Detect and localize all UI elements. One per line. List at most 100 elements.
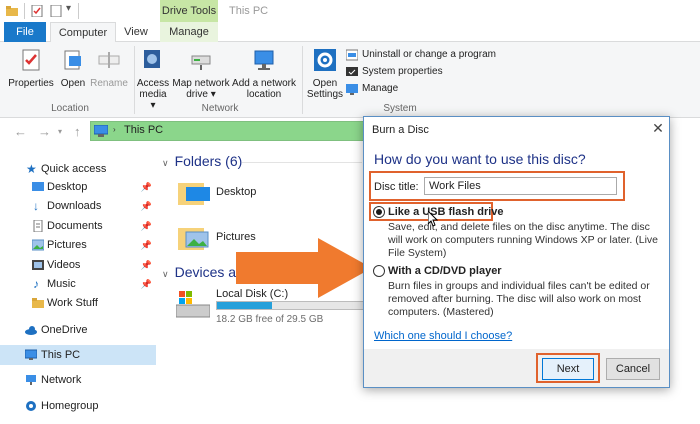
option-cd-description: Burn files in groups and individual file… <box>388 280 650 318</box>
add-network-location-label: Add a network location <box>232 78 296 100</box>
nav-documents[interactable]: Documents 📌 <box>0 217 156 235</box>
gear-icon <box>314 49 336 71</box>
tab-computer[interactable]: Computer <box>50 22 116 43</box>
open-settings-button[interactable]: Open Settings <box>306 48 344 100</box>
chevron-right-icon: › <box>113 125 116 134</box>
properties-icon <box>22 49 40 71</box>
access-media-button[interactable]: Access media ▾ <box>136 48 170 111</box>
pin-icon[interactable]: 📌 <box>141 197 152 215</box>
cloud-icon <box>25 326 37 335</box>
nav-this-pc[interactable]: This PC <box>0 345 156 365</box>
rename-icon <box>98 52 120 68</box>
folder-icon <box>32 298 44 308</box>
divider <box>242 162 362 163</box>
nav-videos[interactable]: Videos 📌 <box>0 256 156 274</box>
folders-section-header[interactable]: ∨ Folders (6) <box>162 153 242 169</box>
recent-locations-icon[interactable]: ▾ <box>58 127 62 136</box>
option-usb-title[interactable]: Like a USB flash drive <box>388 206 504 218</box>
nav-label: Music <box>47 278 76 290</box>
pin-icon[interactable]: 📌 <box>141 256 152 274</box>
system-properties-button[interactable]: System properties <box>346 65 443 79</box>
tab-view[interactable]: View <box>118 22 154 42</box>
disc-title-label: Disc title: <box>374 181 419 193</box>
back-arrow-icon[interactable]: ← <box>14 124 27 139</box>
option-usb-radio[interactable] <box>373 206 385 218</box>
nav-onedrive[interactable]: OneDrive <box>0 321 156 339</box>
folder-label: Desktop <box>216 186 257 198</box>
map-network-drive-button[interactable]: Map network drive ▾ <box>172 48 230 100</box>
forward-arrow-icon[interactable]: → <box>38 124 51 139</box>
dialog-footer: Next Cancel <box>364 349 669 387</box>
disc-title-input[interactable] <box>424 177 617 195</box>
group-label-location: Location <box>51 103 89 114</box>
drive-tools-context-label: Drive Tools <box>160 0 218 22</box>
tab-manage[interactable]: Manage <box>160 22 218 42</box>
nav-label: OneDrive <box>41 324 88 336</box>
dialog-title: Burn a Disc <box>372 124 429 136</box>
divider <box>134 46 135 114</box>
pictures-icon <box>32 239 44 251</box>
nav-pictures[interactable]: Pictures 📌 <box>0 236 156 254</box>
customize-quick-access-icon[interactable]: ▾ <box>66 3 71 14</box>
tab-file[interactable]: File <box>4 22 46 42</box>
download-arrow-icon: ↓ <box>33 199 39 213</box>
nav-downloads[interactable]: ↓ Downloads 📌 <box>0 197 156 215</box>
open-button[interactable]: Open <box>58 48 88 89</box>
network-location-icon <box>254 50 274 70</box>
drive-usage-bar <box>216 301 364 310</box>
close-icon[interactable]: ✕ <box>650 120 666 137</box>
nav-desktop[interactable]: Desktop 📌 <box>0 178 156 196</box>
nav-network[interactable]: Network <box>0 371 156 389</box>
rename-button[interactable]: Rename <box>90 48 128 89</box>
properties-icon[interactable] <box>31 5 43 17</box>
properties-button[interactable]: Properties <box>8 48 54 89</box>
cancel-button[interactable]: Cancel <box>606 358 660 380</box>
divider <box>24 3 25 19</box>
music-note-icon: ♪ <box>33 277 39 291</box>
local-disk-icon <box>176 291 210 318</box>
burn-disc-dialog: Burn a Disc ✕ How do you want to use thi… <box>363 116 670 388</box>
up-arrow-icon[interactable]: ↑ <box>74 124 81 139</box>
map-network-drive-label: Map network drive ▾ <box>172 78 230 100</box>
drive-free-space: 18.2 GB free of 29.5 GB <box>216 314 324 325</box>
system-properties-label: System properties <box>362 66 443 77</box>
chevron-down-icon: ∨ <box>162 158 169 168</box>
nav-label: Videos <box>47 259 81 271</box>
this-pc-icon <box>94 125 108 137</box>
add-network-location-button[interactable]: Add a network location <box>232 48 296 100</box>
network-drive-icon <box>191 55 211 70</box>
pin-icon[interactable]: 📌 <box>141 178 152 196</box>
nav-work-stuff[interactable]: Work Stuff <box>0 294 156 312</box>
star-icon: ★ <box>26 162 37 176</box>
navigation-pane: ★ Quick access Desktop 📌 ↓ Downloads 📌 D… <box>0 150 156 424</box>
media-icon <box>144 50 160 68</box>
nav-quick-access[interactable]: ★ Quick access <box>0 160 156 178</box>
homegroup-icon <box>26 401 36 411</box>
folder-icon <box>178 183 210 205</box>
nav-label: Pictures <box>47 239 87 251</box>
cursor-icon <box>428 211 438 227</box>
nav-homegroup[interactable]: Homegroup <box>0 397 156 415</box>
new-folder-icon[interactable] <box>50 5 62 17</box>
ribbon: Properties Open Rename Location Access m… <box>0 42 700 118</box>
folder-icon <box>6 6 18 16</box>
folder-tile-desktop[interactable]: Desktop <box>176 175 296 211</box>
uninstall-program-button[interactable]: Uninstall or change a program <box>346 48 496 62</box>
group-label-network: Network <box>201 103 239 114</box>
videos-icon <box>32 260 44 270</box>
access-media-label: Access media ▾ <box>136 78 170 111</box>
network-icon <box>26 375 36 385</box>
nav-label: Homegroup <box>41 400 99 412</box>
pin-icon[interactable]: 📌 <box>141 236 152 254</box>
option-cd-title[interactable]: With a CD/DVD player <box>388 265 502 277</box>
pin-icon[interactable]: 📌 <box>141 275 152 293</box>
nav-music[interactable]: ♪ Music 📌 <box>0 275 156 293</box>
desktop-icon <box>32 182 44 191</box>
help-link[interactable]: Which one should I choose? <box>374 330 512 342</box>
nav-label: Quick access <box>41 163 107 175</box>
next-button[interactable]: Next <box>542 358 594 380</box>
open-icon <box>64 50 81 70</box>
pin-icon[interactable]: 📌 <box>141 217 152 235</box>
option-cd-radio[interactable] <box>373 265 385 277</box>
manage-button[interactable]: Manage <box>346 82 398 96</box>
